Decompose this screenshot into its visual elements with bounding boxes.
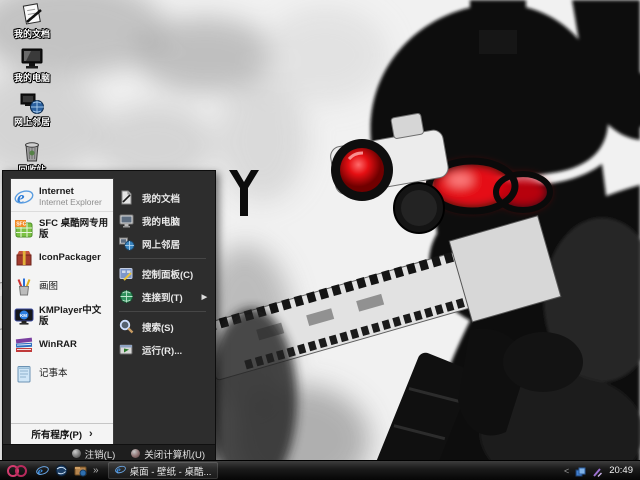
menu-item-label: 记事本: [39, 368, 68, 379]
menu-item-label: 我的文档: [142, 193, 181, 205]
menu-item-notepad[interactable]: 记事本: [11, 359, 113, 388]
menu-item-label: 控制面板(C): [142, 269, 194, 281]
tray-input-method-icon[interactable]: [592, 465, 603, 477]
start-menu-places-column: 我的文档 我的电脑 网上邻居 控制面板(C) 连接到(T) ▶ 搜索(S) 运行…: [113, 178, 212, 445]
menu-item-label: 网上邻居: [142, 239, 181, 251]
menu-item-winrar[interactable]: WinRAR: [11, 330, 113, 359]
recycle-bin-icon: [17, 138, 47, 164]
log-off-label: 注销(L): [84, 449, 116, 461]
task-internet-explorer-icon: e: [114, 464, 126, 478]
sfc-icon: SFC: [14, 219, 34, 239]
start-button[interactable]: [0, 461, 34, 480]
my-documents-icon: [118, 189, 135, 206]
taskbar-clock[interactable]: 20:49: [609, 465, 633, 476]
menu-item-my-documents[interactable]: 我的文档: [113, 186, 212, 209]
menu-item-internet[interactable]: e Internet Internet Explorer: [11, 182, 113, 212]
desktop-icon-label: 我的电脑: [13, 73, 50, 83]
svg-text:SFC: SFC: [16, 221, 26, 227]
menu-item-label: 画图: [39, 281, 59, 292]
start-menu: e Internet Internet Explorer SFC SFC 桌酷网…: [2, 170, 216, 463]
menu-item-search[interactable]: 搜索(S): [113, 315, 212, 338]
menu-item-run[interactable]: 运行(R)...: [113, 338, 212, 361]
all-programs-arrow-icon: ›: [89, 428, 93, 440]
start-infinity-icon: [7, 464, 27, 477]
task-button-label: 桌面 - 壁纸 - 桌酷...: [129, 466, 212, 478]
quicklaunch-overflow-chevron[interactable]: »: [93, 465, 98, 476]
network-places-icon: [118, 235, 135, 252]
winrar-icon: [14, 335, 34, 355]
start-menu-pinned-column: e Internet Internet Explorer SFC SFC 桌酷网…: [10, 178, 114, 445]
quick-launch: e »: [36, 464, 98, 478]
tray-collapse-chevron[interactable]: <: [564, 466, 569, 476]
menu-item-label: SFC 桌酷网专用版: [39, 217, 109, 240]
menu-item-label: 连接到(T): [142, 292, 183, 304]
paint-icon: [14, 277, 34, 297]
tray-network-status-icon[interactable]: [575, 465, 586, 477]
search-icon: [118, 318, 135, 335]
menu-item-subtitle: Internet Explorer: [39, 197, 102, 207]
menu-item-kmplayer[interactable]: KM KMPlayer中文版: [11, 301, 113, 330]
menu-item-title: Internet: [39, 186, 74, 197]
menu-item-iconpackager[interactable]: IconPackager: [11, 243, 113, 272]
iconpackager-icon: [14, 248, 34, 268]
menu-item-paint[interactable]: 画图: [11, 272, 113, 301]
taskbar: e » e 桌面 - 壁纸 - 桌酷... < 20:49: [0, 460, 640, 480]
svg-text:KM: KM: [20, 313, 27, 318]
desktop-screen: 我的文档 我的电脑 网上邻居 e Internet Internet Explo…: [0, 0, 640, 480]
menu-item-label: WinRAR: [39, 339, 77, 350]
run-icon: [118, 341, 135, 358]
menu-item-label: 搜索(S): [142, 322, 174, 334]
internet-explorer-icon: e: [14, 187, 34, 207]
system-tray: < 20:49: [564, 465, 640, 477]
menu-item-label: 运行(R)...: [142, 345, 183, 357]
menu-item-label: 我的电脑: [142, 216, 181, 228]
network-places-icon: [17, 90, 47, 116]
desktop-icon-label: 网上邻居: [13, 117, 50, 127]
menu-item-label: IconPackager: [39, 252, 101, 263]
my-computer-icon: [17, 46, 47, 72]
log-off-icon: [71, 449, 81, 458]
svg-text:e: e: [38, 464, 44, 477]
menu-item-label: KMPlayer中文版: [39, 304, 102, 327]
menu-item-connect-to[interactable]: 连接到(T) ▶: [113, 285, 212, 308]
all-programs-label: 所有程序(P): [31, 430, 82, 441]
kmplayer-icon: KM: [14, 306, 34, 326]
my-computer-icon: [118, 212, 135, 229]
desktop-icon-label: 我的文档: [13, 29, 50, 39]
all-programs-button[interactable]: 所有程序(P) ›: [11, 423, 113, 444]
log-off-button[interactable]: 注销(L): [71, 447, 116, 461]
submenu-arrow-icon: ▶: [201, 293, 207, 301]
my-documents-icon: [17, 2, 47, 28]
connect-to-icon: [118, 288, 135, 305]
menu-item-sfc[interactable]: SFC SFC 桌酷网专用版: [11, 214, 113, 243]
menu-item-my-computer[interactable]: 我的电脑: [113, 209, 212, 232]
menu-separator: [119, 311, 206, 312]
shut-down-label: 关闭计算机(U): [144, 449, 205, 461]
notepad-icon: [14, 364, 34, 384]
desktop-icon-my-documents[interactable]: 我的文档: [3, 2, 61, 39]
desktop-icon-network-places[interactable]: 网上邻居: [3, 90, 61, 127]
shut-down-button[interactable]: 关闭计算机(U): [131, 447, 205, 461]
taskbar-task-button[interactable]: e 桌面 - 壁纸 - 桌酷...: [107, 462, 219, 479]
menu-separator: [119, 258, 206, 259]
quicklaunch-globe-browser-icon[interactable]: [55, 464, 68, 477]
shut-down-icon: [131, 449, 141, 458]
menu-item-network-places[interactable]: 网上邻居: [113, 232, 212, 255]
quicklaunch-folder-web-icon[interactable]: [74, 464, 87, 477]
desktop-icon-my-computer[interactable]: 我的电脑: [3, 46, 61, 83]
menu-item-control-panel[interactable]: 控制面板(C): [113, 262, 212, 285]
quicklaunch-internet-explorer-icon[interactable]: e: [36, 464, 49, 478]
control-panel-icon: [118, 265, 135, 282]
